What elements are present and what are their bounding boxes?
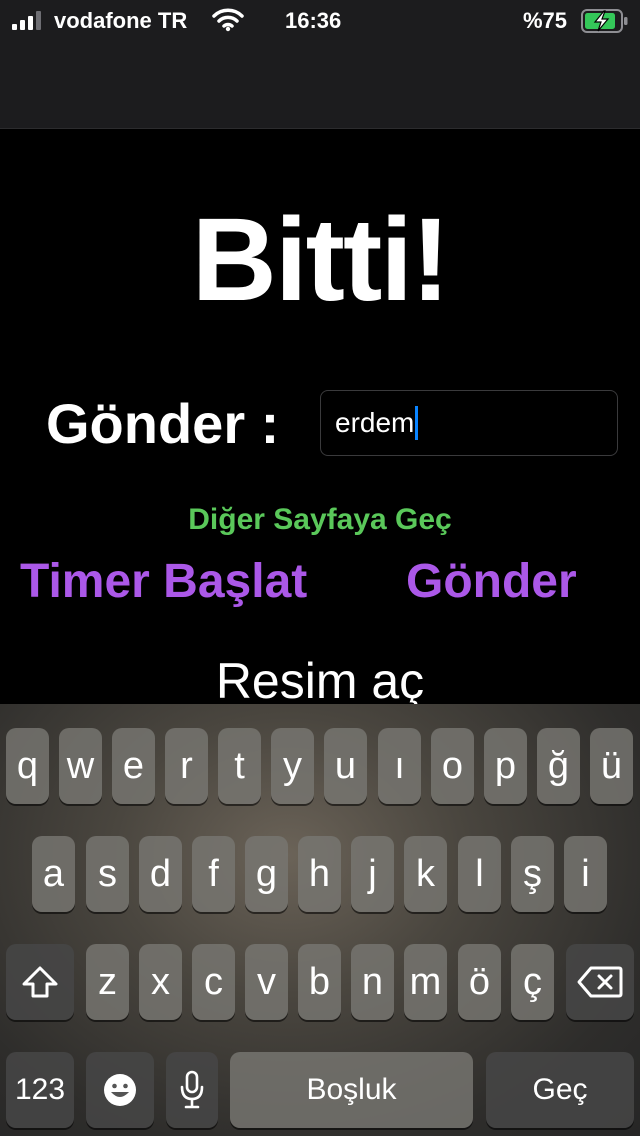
key-f[interactable]: f xyxy=(192,836,235,912)
key-r[interactable]: r xyxy=(165,728,208,804)
next-page-link[interactable]: Diğer Sayfaya Geç xyxy=(0,500,640,540)
battery-charging-icon xyxy=(581,8,631,39)
wifi-icon xyxy=(212,8,244,37)
text-caret xyxy=(415,406,419,440)
timer-start-button[interactable]: Timer Başlat xyxy=(20,552,307,612)
key-n[interactable]: n xyxy=(351,944,394,1020)
key-i[interactable]: i xyxy=(564,836,607,912)
key-l[interactable]: l xyxy=(458,836,501,912)
key-g-breve[interactable]: ğ xyxy=(537,728,580,804)
numbers-key[interactable]: 123 xyxy=(6,1052,74,1128)
key-c-cedilla[interactable]: ç xyxy=(511,944,554,1020)
key-q[interactable]: q xyxy=(6,728,49,804)
backspace-key[interactable] xyxy=(566,944,634,1020)
key-dotless-i[interactable]: ı xyxy=(378,728,421,804)
key-s-cedilla[interactable]: ş xyxy=(511,836,554,912)
keyboard: q w e r t y u ı o p ğ ü a s d f g h j k … xyxy=(0,704,640,1136)
key-o-umlaut[interactable]: ö xyxy=(458,944,501,1020)
key-o[interactable]: o xyxy=(431,728,474,804)
microphone-icon xyxy=(180,1070,204,1109)
return-key[interactable]: Geç xyxy=(486,1052,634,1128)
key-v[interactable]: v xyxy=(245,944,288,1020)
key-w[interactable]: w xyxy=(59,728,102,804)
name-input[interactable]: erdem xyxy=(320,390,618,456)
key-d[interactable]: d xyxy=(139,836,182,912)
send-label: Gönder : xyxy=(46,392,280,455)
status-bar: vodafone TR 16:36 %75 xyxy=(0,0,640,44)
key-t[interactable]: t xyxy=(218,728,261,804)
open-image-button[interactable]: Resim aç xyxy=(0,650,640,704)
send-button[interactable]: Gönder xyxy=(406,552,577,612)
key-c[interactable]: c xyxy=(192,944,235,1020)
navigation-bar xyxy=(0,44,640,129)
key-h[interactable]: h xyxy=(298,836,341,912)
shift-icon xyxy=(22,966,58,998)
space-key[interactable]: Boşluk xyxy=(230,1052,473,1128)
key-k[interactable]: k xyxy=(404,836,447,912)
clock: 16:36 xyxy=(285,8,342,33)
page-title: Bitti! xyxy=(191,194,451,326)
key-e[interactable]: e xyxy=(112,728,155,804)
name-input-value: erdem xyxy=(335,407,415,438)
key-g[interactable]: g xyxy=(245,836,288,912)
key-x[interactable]: x xyxy=(139,944,182,1020)
key-y[interactable]: y xyxy=(271,728,314,804)
emoji-key[interactable] xyxy=(86,1052,154,1128)
backspace-icon xyxy=(577,966,623,998)
key-b[interactable]: b xyxy=(298,944,341,1020)
key-u[interactable]: u xyxy=(324,728,367,804)
key-u-umlaut[interactable]: ü xyxy=(590,728,633,804)
key-s[interactable]: s xyxy=(86,836,129,912)
carrier-name: vodafone TR xyxy=(54,8,188,33)
key-a[interactable]: a xyxy=(32,836,75,912)
emoji-icon xyxy=(104,1074,136,1106)
key-j[interactable]: j xyxy=(351,836,394,912)
key-p[interactable]: p xyxy=(484,728,527,804)
key-m[interactable]: m xyxy=(404,944,447,1020)
signal-icon xyxy=(12,10,41,30)
dictation-key[interactable] xyxy=(166,1052,218,1128)
key-z[interactable]: z xyxy=(86,944,129,1020)
shift-key[interactable] xyxy=(6,944,74,1020)
battery-percent: %75 xyxy=(523,8,568,33)
